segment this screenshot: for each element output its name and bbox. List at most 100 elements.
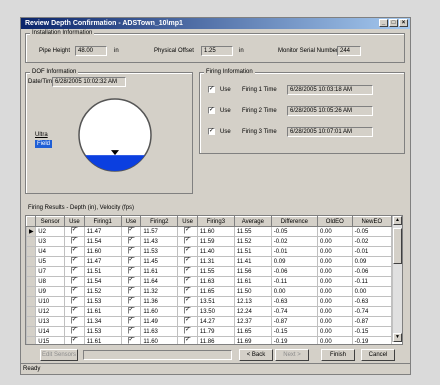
use-checkbox-cell[interactable]: ✓ [120, 256, 142, 267]
row-selector[interactable] [26, 246, 37, 257]
cell-f3[interactable]: 11.86 [196, 336, 235, 344]
row-selector[interactable] [26, 276, 37, 287]
cell-avg[interactable]: 12.24 [233, 306, 272, 317]
use-checkbox[interactable]: ✓ [127, 227, 135, 235]
cell-new[interactable]: -0.15 [351, 326, 393, 337]
use-checkbox-cell[interactable]: ✓ [120, 306, 142, 317]
use-checkbox-cell[interactable]: ✓ [177, 296, 198, 307]
use-checkbox[interactable]: ✓ [70, 337, 78, 344]
cell-f1[interactable]: 11.51 [83, 266, 122, 277]
use-checkbox[interactable]: ✓ [127, 327, 135, 335]
column-header[interactable]: OldEO [316, 216, 353, 227]
use-checkbox[interactable]: ✓ [70, 237, 78, 245]
cell-sensor[interactable]: U13 [35, 316, 66, 327]
use-checkbox-cell[interactable]: ✓ [64, 336, 85, 344]
column-header[interactable]: Use [64, 216, 85, 227]
cell-old[interactable]: 0.00 [316, 296, 353, 307]
use-checkbox[interactable]: ✓ [70, 327, 78, 335]
use-checkbox[interactable]: ✓ [70, 297, 78, 305]
firing-time-field[interactable]: 6/28/2005 10:07:01 AM [287, 127, 373, 137]
cell-f2[interactable]: 11.45 [140, 256, 179, 267]
physical-offset-field[interactable]: 1.25 [201, 46, 233, 56]
use-checkbox-cell[interactable]: ✓ [120, 226, 142, 237]
firing-time-field[interactable]: 6/28/2005 10:05:26 AM [287, 106, 373, 116]
table-row[interactable]: U7 ✓ 11.51 ✓ 11.61 ✓ 11.55 11.56 -0.06 0.00 -0.06 [26, 266, 393, 277]
cell-old[interactable]: 0.00 [316, 316, 353, 327]
use-checkbox[interactable]: ✓ [127, 337, 135, 344]
cell-avg[interactable]: 11.55 [233, 226, 272, 237]
column-header[interactable]: Use [120, 216, 142, 227]
use-checkbox[interactable]: ✓ [184, 237, 192, 245]
cell-avg[interactable]: 11.65 [233, 326, 272, 337]
table-row[interactable]: U13 ✓ 11.34 ✓ 11.49 ✓ 14.27 12.37 -0.87 0.00 -0.87 [26, 316, 393, 327]
ultra-label[interactable]: Ultra [35, 131, 48, 139]
cell-new[interactable]: -0.05 [351, 226, 393, 237]
table-row[interactable]: U14 ✓ 11.53 ✓ 11.63 ✓ 11.79 11.65 -0.15 0.00 -0.15 [26, 326, 393, 337]
column-header[interactable]: Use [177, 216, 198, 227]
cell-f3[interactable]: 11.55 [196, 266, 235, 277]
cell-old[interactable]: 0.00 [316, 236, 353, 247]
cell-f2[interactable]: 11.53 [140, 246, 179, 257]
use-checkbox-cell[interactable]: ✓ [64, 326, 85, 337]
cell-new[interactable]: 0.09 [351, 256, 393, 267]
use-checkbox[interactable]: ✓ [184, 257, 192, 265]
cell-f3[interactable]: 11.40 [196, 246, 235, 257]
cell-diff[interactable]: -0.63 [270, 296, 318, 307]
use-checkbox[interactable]: ✓ [184, 247, 192, 255]
cell-avg[interactable]: 11.41 [233, 256, 272, 267]
finish-button[interactable]: Finish [321, 349, 355, 361]
use-checkbox[interactable]: ✓ [70, 247, 78, 255]
use-checkbox-cell[interactable]: ✓ [120, 286, 142, 297]
use-checkbox[interactable]: ✓ [184, 317, 192, 325]
cell-f2[interactable]: 11.43 [140, 236, 179, 247]
use-checkbox-cell[interactable]: ✓ [64, 256, 85, 267]
use-checkbox-cell[interactable]: ✓ [120, 236, 142, 247]
cell-f3[interactable]: 11.59 [196, 236, 235, 247]
use-checkbox-cell[interactable]: ✓ [177, 286, 198, 297]
row-selector[interactable] [26, 306, 37, 317]
cell-f1[interactable]: 11.54 [83, 236, 122, 247]
monitor-serial-field[interactable]: 244 [337, 46, 361, 56]
firing-use-checkbox[interactable]: ✓ [208, 128, 215, 135]
table-row[interactable]: U4 ✓ 11.60 ✓ 11.53 ✓ 11.40 11.51 -0.01 0.00 -0.01 [26, 246, 393, 257]
use-checkbox-cell[interactable]: ✓ [177, 236, 198, 247]
firing-time-field[interactable]: 6/28/2005 10:03:18 AM [287, 85, 373, 95]
cell-f2[interactable]: 11.64 [140, 276, 179, 287]
cell-new[interactable]: -0.02 [351, 236, 393, 247]
cell-f3[interactable]: 11.63 [196, 276, 235, 287]
row-selector[interactable] [26, 316, 37, 327]
cell-diff[interactable]: -0.06 [270, 266, 318, 277]
use-checkbox[interactable]: ✓ [127, 237, 135, 245]
cell-sensor[interactable]: U14 [35, 326, 66, 337]
cell-sensor[interactable]: U9 [35, 286, 66, 297]
use-checkbox-cell[interactable]: ✓ [120, 336, 142, 344]
use-checkbox-cell[interactable]: ✓ [120, 326, 142, 337]
cell-f3[interactable]: 11.31 [196, 256, 235, 267]
cell-diff[interactable]: -0.87 [270, 316, 318, 327]
use-checkbox-cell[interactable]: ✓ [120, 296, 142, 307]
cell-f1[interactable]: 11.53 [83, 326, 122, 337]
firing-use-checkbox[interactable]: ✓ [208, 86, 215, 93]
use-checkbox-cell[interactable]: ✓ [64, 306, 85, 317]
firing-use-checkbox[interactable]: ✓ [208, 107, 215, 114]
cell-old[interactable]: 0.00 [316, 306, 353, 317]
use-checkbox[interactable]: ✓ [70, 307, 78, 315]
use-checkbox-cell[interactable]: ✓ [64, 236, 85, 247]
use-checkbox[interactable]: ✓ [127, 297, 135, 305]
use-checkbox-cell[interactable]: ✓ [177, 336, 198, 344]
cell-f2[interactable]: 11.32 [140, 286, 179, 297]
cell-f1[interactable]: 11.47 [83, 226, 122, 237]
back-button[interactable]: < Back [239, 349, 273, 361]
use-checkbox[interactable]: ✓ [184, 307, 192, 315]
cell-new[interactable]: -0.63 [351, 296, 393, 307]
cell-sensor[interactable]: U12 [35, 306, 66, 317]
cell-sensor[interactable]: U8 [35, 276, 66, 287]
cell-f1[interactable]: 11.52 [83, 286, 122, 297]
cell-old[interactable]: 0.00 [316, 326, 353, 337]
use-checkbox-cell[interactable]: ✓ [177, 266, 198, 277]
table-row[interactable]: U3 ✓ 11.54 ✓ 11.43 ✓ 11.59 11.52 -0.02 0.00 -0.02 [26, 236, 393, 247]
cancel-button[interactable]: Cancel [361, 349, 395, 361]
cell-diff[interactable]: 0.09 [270, 256, 318, 267]
use-checkbox-cell[interactable]: ✓ [177, 306, 198, 317]
column-header[interactable]: Average [233, 216, 272, 227]
